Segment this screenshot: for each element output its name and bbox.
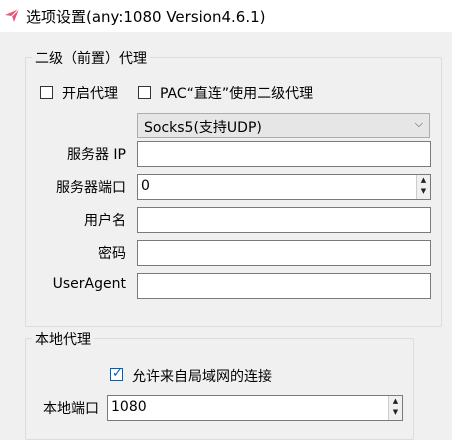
pac-direct-secondary-checkbox[interactable]: [138, 86, 151, 99]
server-ip-label: 服务器 IP: [66, 147, 126, 163]
allow-lan-label[interactable]: 允许来自局域网的连接: [132, 366, 272, 386]
local-port-value: 1080: [111, 399, 147, 415]
local-proxy-legend: 本地代理: [32, 329, 94, 349]
local-port-spinner[interactable]: ▲ ▼: [388, 396, 402, 420]
user-agent-label: UserAgent: [52, 276, 126, 292]
password-input[interactable]: [137, 240, 431, 266]
airplane-app-icon: [5, 8, 20, 22]
server-ip-input[interactable]: [137, 141, 431, 167]
local-port-input[interactable]: 1080 ▲ ▼: [107, 395, 403, 421]
chevron-down-icon: ⌵: [414, 117, 423, 130]
enable-proxy-label[interactable]: 开启代理: [62, 83, 118, 103]
local-port-label: 本地端口: [43, 401, 99, 417]
spin-up-icon[interactable]: ▲: [417, 175, 430, 185]
spin-up-icon[interactable]: ▲: [389, 396, 402, 406]
allow-lan-checkbox[interactable]: ✓: [110, 366, 123, 381]
local-proxy-group: [25, 338, 414, 440]
username-label: 用户名: [84, 213, 126, 229]
enable-proxy-checkbox[interactable]: [40, 86, 53, 99]
spin-down-icon[interactable]: ▼: [417, 186, 430, 196]
pac-direct-secondary-label[interactable]: PAC“直连”使用二级代理: [160, 83, 313, 103]
window-title: 选项设置(any:1080 Version4.6.1): [26, 8, 266, 26]
user-agent-input[interactable]: [137, 273, 431, 299]
protocol-select[interactable]: Socks5(支持UDP) ⌵: [137, 113, 430, 138]
checkmark-icon: ✓: [112, 366, 123, 381]
spin-down-icon[interactable]: ▼: [389, 407, 402, 417]
server-port-label: 服务器端口: [56, 180, 126, 196]
title-bar: 选项设置(any:1080 Version4.6.1): [0, 0, 452, 32]
secondary-proxy-legend: 二级（前置）代理: [32, 48, 150, 68]
username-input[interactable]: [137, 207, 431, 233]
server-port-input[interactable]: 0 ▲ ▼: [137, 174, 431, 200]
server-port-spinner[interactable]: ▲ ▼: [416, 175, 430, 199]
server-port-value: 0: [141, 178, 150, 194]
protocol-select-value: Socks5(支持UDP): [144, 120, 262, 136]
password-label: 密码: [98, 246, 126, 262]
